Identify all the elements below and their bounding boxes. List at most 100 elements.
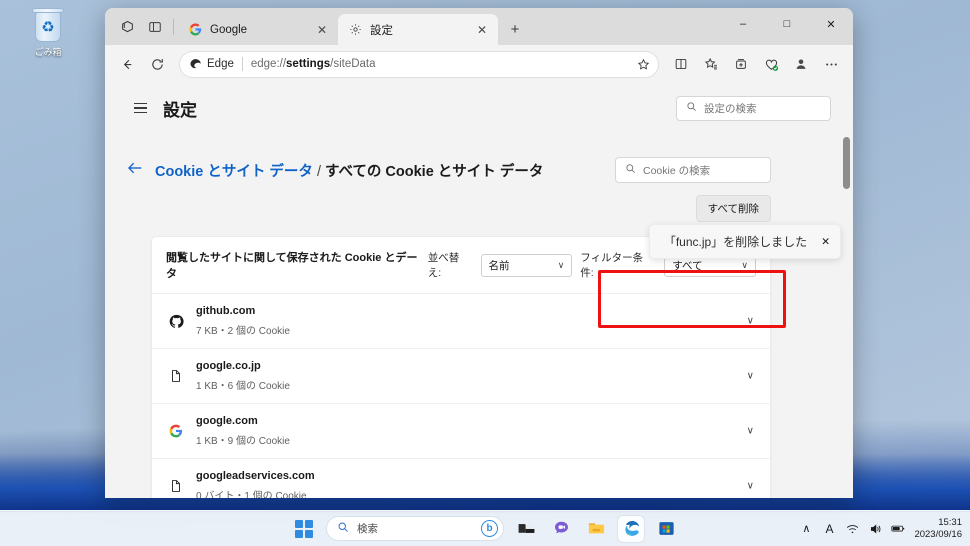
- taskbar-app-file-explorer[interactable]: [583, 516, 609, 542]
- site-meta: 7 KB・2 個の Cookie: [196, 326, 290, 337]
- window-minimize-button[interactable]: –: [721, 8, 765, 40]
- edge-identity: Edge: [189, 58, 234, 71]
- tab-close-icon[interactable]: ✕: [314, 22, 330, 38]
- delete-all-row: すべて削除: [105, 183, 853, 222]
- ime-indicator-icon[interactable]: A: [822, 522, 836, 536]
- split-screen-icon[interactable]: [667, 50, 695, 78]
- window-titlebar[interactable]: Google ✕ 設定 ✕ + – □ ✕: [105, 8, 853, 45]
- chevron-down-icon: ∨: [557, 259, 565, 270]
- profile-icon[interactable]: [787, 50, 815, 78]
- tab-close-icon[interactable]: ✕: [474, 22, 490, 38]
- row-texts: github.com 7 KB・2 個の Cookie: [196, 305, 290, 337]
- site-meta: 1 KB・6 個の Cookie: [196, 381, 290, 392]
- chevron-down-icon[interactable]: ∨: [747, 481, 754, 492]
- chevron-down-icon[interactable]: ∨: [747, 371, 754, 382]
- favorites-icon[interactable]: [697, 50, 725, 78]
- windows-logo-icon: [295, 519, 313, 538]
- table-row[interactable]: googleadservices.com 0 バイト・1 個の Cookie ∨: [152, 458, 770, 498]
- wifi-icon[interactable]: [845, 523, 859, 535]
- breadcrumb: Cookie とサイト データ / すべての Cookie とサイト データ C…: [105, 133, 853, 183]
- battery-icon[interactable]: [891, 523, 905, 534]
- taskbar-app-chat[interactable]: [548, 516, 574, 542]
- chevron-down-icon[interactable]: ∨: [747, 316, 754, 327]
- table-row[interactable]: google.co.jp 1 KB・6 個の Cookie ∨: [152, 348, 770, 403]
- edge-browser-window[interactable]: Google ✕ 設定 ✕ + – □ ✕ Edge edge://settin…: [105, 8, 853, 498]
- cookie-search-placeholder: Cookie の検索: [643, 164, 711, 177]
- row-texts: google.co.jp 1 KB・6 個の Cookie: [196, 360, 290, 392]
- address-bar[interactable]: Edge edge://settings/siteData: [179, 50, 659, 78]
- settings-search-placeholder: 設定の検索: [704, 102, 757, 115]
- taskbar-app-microsoft-store[interactable]: [653, 516, 679, 542]
- browser-essentials-icon[interactable]: [757, 50, 785, 78]
- settings-page: 設定 設定の検索 Cookie とサイト データ / すべての Cookie と…: [105, 83, 853, 498]
- new-tab-button[interactable]: +: [502, 16, 528, 42]
- search-icon: [686, 101, 697, 115]
- clock-date: 2023/09/16: [914, 528, 962, 540]
- tab-label: 設定: [370, 24, 393, 37]
- breadcrumb-link-cookies[interactable]: Cookie とサイト データ: [155, 164, 313, 180]
- site-domain: google.co.jp: [196, 360, 261, 372]
- tab-actions-icon[interactable]: [113, 13, 141, 41]
- tray-overflow-icon[interactable]: ∧: [799, 522, 813, 535]
- gear-icon: [348, 22, 363, 37]
- site-domain: googleadservices.com: [196, 470, 315, 482]
- sort-select[interactable]: 名前 ∨: [480, 253, 573, 277]
- row-texts: google.com 1 KB・9 個の Cookie: [196, 415, 290, 447]
- chevron-down-icon[interactable]: ∨: [747, 426, 754, 437]
- taskbar-app-edge[interactable]: [618, 515, 644, 542]
- window-close-button[interactable]: ✕: [809, 8, 853, 40]
- toast-close-icon[interactable]: ✕: [821, 236, 830, 248]
- taskbar-search-input[interactable]: 検索 b: [326, 516, 504, 541]
- recycle-symbol-icon: ♻: [41, 18, 55, 36]
- clock[interactable]: 15:31 2023/09/16: [914, 517, 962, 541]
- window-controls[interactable]: – □ ✕: [721, 8, 853, 40]
- window-maximize-button[interactable]: □: [765, 8, 809, 40]
- site-domain: github.com: [196, 305, 256, 317]
- cookie-search-input[interactable]: Cookie の検索: [615, 157, 771, 183]
- table-row[interactable]: google.com 1 KB・9 個の Cookie ∨: [152, 403, 770, 458]
- taskbar-app-file-explorer-dark[interactable]: [513, 516, 539, 542]
- taskbar-search-placeholder: 検索: [357, 523, 378, 535]
- generic-page-icon: [166, 369, 186, 383]
- google-icon: [188, 22, 203, 37]
- clock-time: 15:31: [938, 516, 962, 528]
- generic-page-icon: [166, 479, 186, 493]
- settings-more-icon[interactable]: [817, 50, 845, 78]
- back-arrow-icon[interactable]: [127, 161, 145, 179]
- google-icon: [166, 424, 186, 438]
- recycle-bin-icon: ♻: [35, 12, 61, 42]
- titlebar-divider: [173, 19, 174, 35]
- system-tray[interactable]: ∧ A 15:31 2023/09/16: [799, 517, 962, 541]
- refresh-icon[interactable]: [143, 50, 171, 78]
- bing-chat-icon[interactable]: b: [481, 520, 498, 537]
- delete-toast[interactable]: 「func.jp」を削除しました ✕: [648, 224, 841, 259]
- row-texts: googleadservices.com 0 バイト・1 個の Cookie: [196, 470, 315, 498]
- tab-label: Google: [210, 23, 248, 36]
- page-scrollbar[interactable]: [842, 137, 851, 494]
- settings-search-input[interactable]: 設定の検索: [676, 95, 831, 121]
- windows-taskbar[interactable]: 検索 b ∧ A 15:31 2023/09/16: [0, 510, 970, 546]
- scrollbar-thumb[interactable]: [843, 137, 850, 189]
- page-title: 設定: [163, 100, 197, 120]
- volume-icon[interactable]: [868, 523, 882, 535]
- start-button[interactable]: [291, 516, 317, 542]
- favorite-star-icon[interactable]: [632, 53, 654, 75]
- settings-header: 設定 設定の検索: [105, 83, 853, 133]
- desktop-icon-recycle-bin[interactable]: ♻ ごみ箱: [18, 8, 78, 58]
- back-arrow-icon[interactable]: [113, 50, 141, 78]
- delete-all-button[interactable]: すべて削除: [695, 195, 771, 222]
- browser-tab-settings[interactable]: 設定 ✕: [338, 14, 498, 45]
- omnibox-divider: [241, 57, 243, 71]
- browser-toolbar[interactable]: Edge edge://settings/siteData: [105, 45, 853, 83]
- split-screen-icon[interactable]: [141, 13, 169, 41]
- site-meta: 0 バイト・1 個の Cookie: [196, 491, 307, 498]
- table-row[interactable]: github.com 7 KB・2 個の Cookie ∨: [152, 293, 770, 348]
- hamburger-menu-icon[interactable]: [127, 95, 153, 121]
- chevron-down-icon: ∨: [741, 259, 748, 270]
- toast-message: 「func.jp」を削除しました: [663, 235, 808, 249]
- sort-value: 名前: [488, 259, 510, 272]
- browser-tab-google[interactable]: Google ✕: [178, 14, 338, 45]
- site-meta: 1 KB・9 個の Cookie: [196, 436, 290, 447]
- collections-icon[interactable]: [727, 50, 755, 78]
- cookie-list-title: 閲覧したサイトに関して保存された Cookie とデータ: [166, 252, 418, 280]
